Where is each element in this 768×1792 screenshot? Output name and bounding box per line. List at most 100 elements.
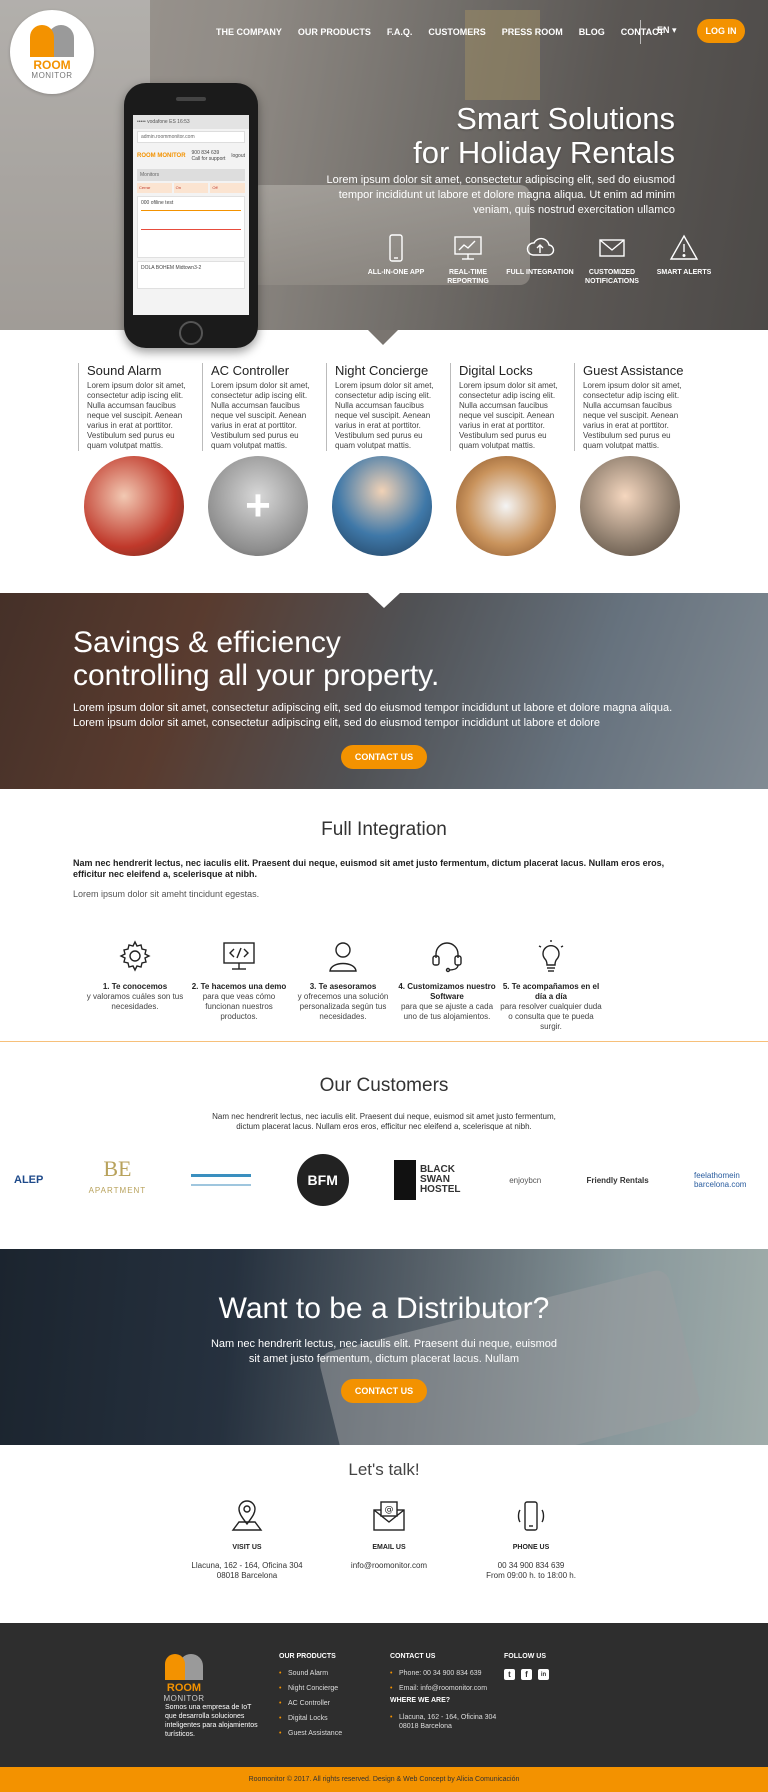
hero-title: Smart Solutions for Holiday Rentals bbox=[413, 102, 675, 170]
step-text: para resolver cualquier duda o consulta … bbox=[500, 1002, 602, 1031]
distributor-title: Want to be a Distributor? bbox=[218, 1292, 550, 1325]
nav-separator bbox=[640, 20, 641, 44]
footer-address: Llacuna, 162 - 164, Oficina 304 08018 Ba… bbox=[390, 1713, 500, 1731]
step-text: para que veas cómo funcionan nuestros pr… bbox=[202, 992, 276, 1021]
guest-assistance-image[interactable] bbox=[580, 456, 680, 556]
distributor-contact-button[interactable]: CONTACT US bbox=[341, 1379, 427, 1403]
footer-contact-list: Phone: 00 34 900 834 639 Email: info@roo… bbox=[390, 1669, 500, 1693]
step-2: 2. Te hacemos una demo para que veas cóm… bbox=[187, 938, 291, 1032]
code-monitor-icon bbox=[223, 942, 255, 970]
ac-controller-image[interactable]: + bbox=[208, 456, 308, 556]
footer-heading: WHERE WE ARE? bbox=[390, 1697, 451, 1704]
nav-blog[interactable]: BLOG bbox=[579, 27, 605, 37]
footer-email[interactable]: Email: info@roomonitor.com bbox=[390, 1684, 500, 1693]
savings-contact-button[interactable]: CONTACT US bbox=[341, 745, 427, 769]
night-concierge-image[interactable] bbox=[332, 456, 432, 556]
phone-number[interactable]: 00 34 900 834 639 bbox=[498, 1561, 565, 1570]
hero-subtitle: Lorem ipsum dolor sit amet, consectetur … bbox=[326, 174, 675, 216]
contact-heading: EMAIL US bbox=[372, 1544, 406, 1551]
social-links: t f in bbox=[504, 1669, 549, 1680]
step-title: 1. Te conocemos bbox=[102, 982, 168, 991]
login-button[interactable]: LOG IN bbox=[697, 19, 745, 43]
step-5: 5. Te acompañamos en el día a día para r… bbox=[499, 938, 603, 1032]
step-3: 3. Te asesoramos y ofrecemos una solució… bbox=[291, 938, 395, 1032]
phone-url-bar: admin.roommonitor.com bbox=[137, 131, 245, 143]
service-ac-controller: AC Controller Lorem ipsum dolor sit amet… bbox=[202, 363, 326, 451]
phone-controls-row: Cerrar On Off bbox=[137, 183, 246, 193]
brand-logo[interactable]: ROOM MONITOR bbox=[10, 10, 94, 94]
nav-the-company[interactable]: THE COMPANY bbox=[216, 27, 282, 37]
footer-where-list: Llacuna, 162 - 164, Oficina 304 08018 Ba… bbox=[390, 1713, 500, 1731]
savings-notch bbox=[368, 593, 400, 608]
nav-our-products[interactable]: OUR PRODUCTS bbox=[298, 27, 371, 37]
nav-faq[interactable]: F.A.Q. bbox=[387, 27, 413, 37]
footer-link-night-concierge[interactable]: Night Concierge bbox=[279, 1684, 342, 1693]
email-icon: @ bbox=[373, 1501, 405, 1531]
section-divider bbox=[0, 1041, 768, 1042]
service-digital-locks: Digital Locks Lorem ipsum dolor sit amet… bbox=[450, 363, 574, 451]
integration-steps: 1. Te conocemos y valoramos cuáles son t… bbox=[83, 938, 603, 1032]
service-images: + bbox=[84, 456, 704, 556]
service-title: Guest Assistance bbox=[583, 363, 684, 378]
footer-link-digital-locks[interactable]: Digital Locks bbox=[279, 1714, 342, 1723]
copyright-bar: Roomonitor © 2017. All rights reserved. … bbox=[0, 1767, 768, 1792]
footer-link-guest-assistance[interactable]: Guest Assistance bbox=[279, 1729, 342, 1738]
hero-title-line1: Smart Solutions bbox=[456, 101, 675, 136]
step-4: 4. Customizamos nuestro Software para qu… bbox=[395, 938, 499, 1032]
savings-title-line2: controlling all your property. bbox=[73, 659, 440, 692]
contact-email-address[interactable]: info@roomonitor.com bbox=[318, 1561, 460, 1571]
phone-app-support: 900 834 639 Call for support bbox=[192, 150, 226, 162]
footer-link-ac-controller[interactable]: AC Controller bbox=[279, 1699, 342, 1708]
step-title: 2. Te hacemos una demo bbox=[191, 982, 287, 991]
feature-label: ALL-IN-ONE APP bbox=[367, 269, 425, 276]
phone-app-header: ROOM MONITOR 900 834 639 Call for support… bbox=[137, 145, 245, 167]
feature-full-integration: FULL INTEGRATION bbox=[504, 233, 576, 286]
footer: ROOM MONITOR Somos una empresa de IoT qu… bbox=[0, 1623, 768, 1767]
facebook-icon[interactable]: f bbox=[521, 1669, 532, 1680]
phone-monitor-card: DOLA BOHEM Midtown3-2 bbox=[137, 261, 245, 289]
nav-customers[interactable]: CUSTOMERS bbox=[428, 27, 485, 37]
hero-features: ALL-IN-ONE APP REAL-TIME REPORTING FULL … bbox=[360, 233, 720, 286]
service-title: AC Controller bbox=[211, 363, 290, 378]
service-text: Lorem ipsum dolor sit amet, consectetur … bbox=[583, 381, 682, 450]
map-pin-icon bbox=[231, 1500, 263, 1531]
contact-heading: VISIT US bbox=[232, 1544, 262, 1551]
footer-link-sound-alarm[interactable]: Sound Alarm bbox=[279, 1669, 342, 1678]
hero-arrow-notch bbox=[368, 330, 398, 345]
feature-customized-notifications: CUSTOMIZED NOTIFICATIONS bbox=[576, 233, 648, 286]
address-line1: Llacuna, 162 - 164, Oficina 304 bbox=[191, 1561, 303, 1570]
service-title: Night Concierge bbox=[335, 363, 429, 378]
customer-logo-alep: ALEP bbox=[14, 1174, 44, 1186]
service-text: Lorem ipsum dolor sit amet, consectetur … bbox=[211, 381, 310, 450]
service-text: Lorem ipsum dolor sit amet, consectetur … bbox=[87, 381, 186, 450]
linkedin-icon[interactable]: in bbox=[538, 1669, 549, 1680]
service-night-concierge: Night Concierge Lorem ipsum dolor sit am… bbox=[326, 363, 450, 451]
smartphone-icon bbox=[389, 234, 403, 262]
twitter-icon[interactable]: t bbox=[504, 1669, 515, 1680]
service-text: Lorem ipsum dolor sit amet, consectetur … bbox=[459, 381, 558, 450]
be-mark: BE bbox=[103, 1156, 132, 1181]
feature-smart-alerts: SMART ALERTS bbox=[648, 233, 720, 286]
contact-options: VISIT US Llacuna, 162 - 164, Oficina 304… bbox=[176, 1498, 602, 1581]
footer-logo[interactable]: ROOM MONITOR bbox=[163, 1654, 204, 1703]
gear-icon bbox=[119, 940, 151, 972]
address-line2: 08018 Barcelona bbox=[216, 1571, 278, 1580]
phone-control: Cerrar bbox=[137, 183, 172, 193]
nav-press-room[interactable]: PRESS ROOM bbox=[502, 27, 563, 37]
phone-monitors-tab: Monitors bbox=[137, 169, 245, 181]
digital-locks-image[interactable] bbox=[456, 456, 556, 556]
customer-logo-be-apartment: BE APARTMENT bbox=[89, 1158, 147, 1202]
brand-logo-line2: MONITOR bbox=[31, 70, 73, 80]
sound-alarm-image[interactable] bbox=[84, 456, 184, 556]
contact-phone-details: 00 34 900 834 639 From 09:00 h. to 18:00 … bbox=[460, 1561, 602, 1581]
step-text: y ofrecemos una solución personalizada s… bbox=[297, 992, 389, 1021]
customers-text: Nam nec hendrerit lectus, nec iaculis el… bbox=[212, 1112, 556, 1131]
phone-card-title: DOLA BOHEM Midtown3-2 bbox=[141, 265, 202, 271]
footer-products-list: Sound Alarm Night Concierge AC Controlle… bbox=[279, 1669, 342, 1738]
phone-home-button bbox=[179, 321, 203, 345]
footer-phone[interactable]: Phone: 00 34 900 834 639 bbox=[390, 1669, 500, 1678]
language-selector[interactable]: EN ▾ bbox=[657, 25, 677, 36]
step-text: y valoramos cuáles son tus necesidades. bbox=[86, 992, 184, 1011]
footer-heading: FOLLOW US bbox=[504, 1653, 546, 1660]
phone-status-bar: ••••• vodafone ES 16:53 bbox=[133, 115, 249, 129]
